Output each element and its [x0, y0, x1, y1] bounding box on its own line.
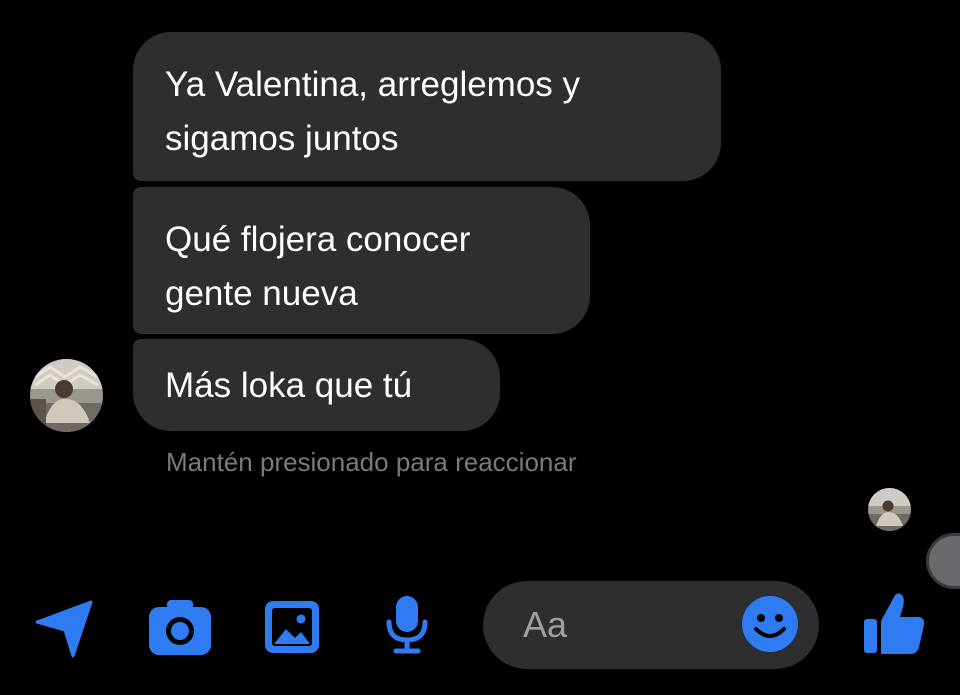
thumbs-up-icon[interactable]: [862, 591, 926, 662]
sender-avatar[interactable]: [30, 359, 103, 432]
message-input[interactable]: Aa: [523, 605, 567, 645]
location-arrow-icon[interactable]: [33, 598, 95, 665]
emoji-icon[interactable]: [741, 595, 799, 653]
scroll-handle[interactable]: [926, 533, 960, 589]
microphone-icon[interactable]: [384, 594, 430, 661]
message-bubble[interactable]: Más loka que tú: [133, 339, 500, 431]
message-bubble[interactable]: Ya Valentina, arreglemos y sigamos junto…: [133, 32, 721, 181]
camera-icon[interactable]: [147, 597, 213, 662]
chat-screen: Ya Valentina, arreglemos y sigamos junto…: [0, 0, 960, 695]
message-line: Qué flojera conocer: [165, 220, 471, 259]
message-line: Más loka que tú: [165, 366, 413, 405]
seen-avatar: [868, 488, 911, 531]
image-icon[interactable]: [263, 599, 321, 660]
message-composer[interactable]: Aa: [483, 581, 819, 669]
message-bubble[interactable]: Qué flojera conocer gente nueva: [133, 187, 590, 334]
message-line: gente nueva: [165, 274, 358, 313]
message-line: sigamos juntos: [165, 119, 399, 158]
reaction-hint: Mantén presionado para reaccionar: [166, 447, 577, 477]
message-line: Ya Valentina, arreglemos y: [165, 65, 581, 104]
